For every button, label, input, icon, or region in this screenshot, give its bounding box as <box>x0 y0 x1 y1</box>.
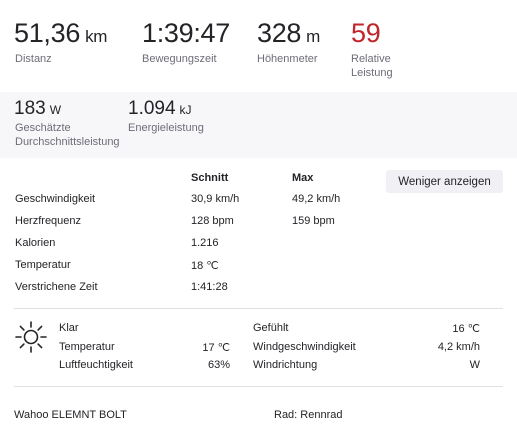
row-label-calories: Kalorien <box>15 237 56 249</box>
weather-humidity-label: Luftfeuchtigkeit <box>59 359 133 371</box>
weather-temperature-label: Temperatur <box>59 341 115 353</box>
weather-wind-speed-value: 4,2 km/h <box>437 341 480 353</box>
row-max-speed: 49,2 km/h <box>292 193 341 205</box>
device-name: Wahoo ELEMNT BOLT <box>14 409 127 421</box>
divider <box>14 308 503 309</box>
weather-temperature-value: 17 ℃ <box>202 342 230 354</box>
stat-relative-effort-value: 59 <box>351 18 381 48</box>
stat-moving-time-label: Bewegungszeit <box>142 53 217 65</box>
row-avg-heart-rate: 128 bpm <box>191 215 234 227</box>
weather-humidity-value: 63% <box>207 359 230 371</box>
avg-power-value: 183 W <box>14 98 62 119</box>
stat-elevation-label: Höhenmeter <box>257 53 318 65</box>
row-label-temperature: Temperatur <box>15 259 71 271</box>
divider <box>14 386 503 387</box>
energy-value: 1.094 kJ <box>128 98 192 119</box>
weather-feels-like-label: Gefühlt <box>253 322 289 334</box>
row-avg-temperature: 18 ℃ <box>191 260 219 272</box>
column-header-avg: Schnitt <box>191 172 229 184</box>
show-less-button[interactable]: Weniger anzeigen <box>386 170 503 193</box>
avg-power-label: Geschätzte Durchschnittsleistung <box>15 122 120 148</box>
column-header-max: Max <box>292 172 314 184</box>
row-avg-elapsed-time: 1:41:28 <box>191 281 228 293</box>
row-label-elapsed-time: Verstrichene Zeit <box>15 281 98 293</box>
sun-icon <box>14 320 48 354</box>
bike-name: Rad: Rennrad <box>274 409 343 421</box>
weather-wind-speed-label: Windgeschwindigkeit <box>253 341 356 353</box>
stat-elevation-value: 328 m <box>257 18 321 48</box>
energy-label: Energieleistung <box>128 122 204 134</box>
stat-distance-value: 51,36 km <box>14 18 108 48</box>
stat-distance-label: Distanz <box>15 53 52 65</box>
row-label-speed: Geschwindigkeit <box>15 193 96 205</box>
row-label-heart-rate: Herzfrequenz <box>15 215 82 227</box>
weather-feels-like-value: 16 ℃ <box>452 323 480 335</box>
weather-wind-direction-label: Windrichtung <box>253 359 318 371</box>
stat-relative-effort-label: Relative Leistung <box>351 53 393 79</box>
weather-wind-direction-value: W <box>469 359 480 371</box>
row-max-heart-rate: 159 bpm <box>292 215 335 227</box>
row-avg-calories: 1.216 <box>191 237 219 249</box>
weather-condition: Klar <box>59 322 79 334</box>
row-avg-speed: 30,9 km/h <box>191 193 240 205</box>
stat-moving-time-value: 1:39:47 <box>142 18 230 48</box>
